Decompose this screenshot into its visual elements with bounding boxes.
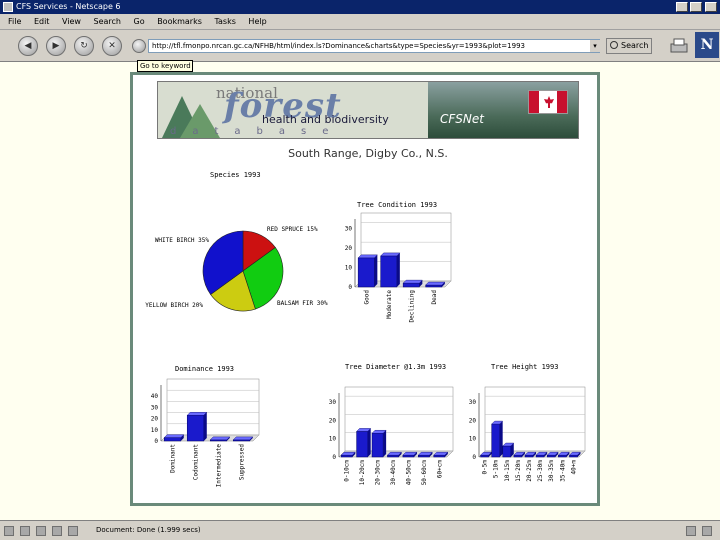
search-button-label: Search bbox=[621, 41, 649, 50]
addressbook-icon[interactable] bbox=[52, 526, 62, 536]
navigation-toolbar: ◀ ▶ ↻ ✕ http://tfl.fmonpo.nrcan.gc.ca/NF… bbox=[0, 30, 720, 62]
bar bbox=[569, 454, 578, 458]
stop-button[interactable]: ✕ bbox=[102, 36, 122, 56]
maximize-button[interactable] bbox=[690, 2, 702, 12]
x-tick-label: 25-30m bbox=[537, 460, 544, 482]
x-tick-label: 35-40m bbox=[559, 460, 566, 482]
menu-help[interactable]: Help bbox=[248, 17, 266, 26]
bar bbox=[502, 445, 512, 458]
window-title-bar: CFS Services - Netscape 6 bbox=[0, 0, 720, 14]
y-tick-label: 20 bbox=[469, 417, 477, 424]
url-field[interactable]: http://tfl.fmonpo.nrcan.gc.ca/NFHB/html/… bbox=[148, 39, 600, 53]
bar bbox=[558, 454, 567, 458]
netscape-logo[interactable]: N bbox=[695, 32, 719, 58]
page-content: national forest health and biodiversity … bbox=[0, 62, 720, 522]
minimize-button[interactable] bbox=[676, 2, 688, 12]
security-lock-icon[interactable] bbox=[68, 526, 78, 536]
netscape-app-icon bbox=[3, 2, 13, 12]
x-tick-label: 0-5m bbox=[482, 460, 489, 475]
bar bbox=[546, 454, 556, 458]
forward-button[interactable]: ▶ bbox=[46, 36, 66, 56]
bar-side bbox=[499, 421, 503, 457]
online-status-icon[interactable] bbox=[686, 526, 696, 536]
x-tick-label: 10-15m bbox=[504, 460, 511, 482]
menu-file[interactable]: File bbox=[8, 17, 21, 26]
composer-icon[interactable] bbox=[20, 526, 30, 536]
bar bbox=[480, 454, 489, 458]
reload-icon: ↻ bbox=[80, 41, 88, 51]
menu-go[interactable]: Go bbox=[134, 17, 145, 26]
back-button[interactable]: ◀ bbox=[18, 36, 38, 56]
bar bbox=[524, 454, 534, 458]
lock-status-icon[interactable] bbox=[702, 526, 712, 536]
x-tick-label: 20-25m bbox=[526, 460, 533, 482]
im-icon[interactable] bbox=[36, 526, 46, 536]
menu-bookmarks[interactable]: Bookmarks bbox=[157, 17, 202, 26]
menu-edit[interactable]: Edit bbox=[34, 17, 50, 26]
menu-tasks[interactable]: Tasks bbox=[214, 17, 235, 26]
search-icon bbox=[610, 41, 618, 49]
url-dropdown-icon[interactable]: ▾ bbox=[590, 40, 600, 52]
status-text: Document: Done (1.999 secs) bbox=[96, 526, 201, 534]
y-tick-label: 10 bbox=[469, 436, 477, 443]
keyword-tooltip: Go to keyword bbox=[137, 60, 193, 72]
x-tick-label: 15-20m bbox=[515, 460, 522, 482]
bar bbox=[513, 454, 523, 458]
tree-height-chart: 0 10 20 30 0-5m 5-10m 10-15m 15-20m 20-25m 25-30m… bbox=[469, 386, 586, 482]
back-arrow-icon: ◀ bbox=[24, 41, 32, 51]
close-button[interactable] bbox=[705, 2, 717, 12]
reload-button[interactable]: ↻ bbox=[74, 36, 94, 56]
print-icon[interactable] bbox=[668, 36, 690, 56]
mail-icon[interactable] bbox=[4, 526, 14, 536]
x-tick-label: 40+m bbox=[570, 460, 577, 475]
y-tick-label: 0 bbox=[472, 454, 476, 461]
x-tick-label: 30-35m bbox=[548, 460, 555, 482]
report-page: national forest health and biodiversity … bbox=[130, 72, 600, 506]
bar bbox=[535, 454, 545, 458]
stop-icon: ✕ bbox=[108, 41, 116, 51]
url-go-button[interactable] bbox=[132, 39, 146, 53]
window-title: CFS Services - Netscape 6 bbox=[16, 2, 121, 11]
forward-arrow-icon: ▶ bbox=[52, 41, 60, 51]
status-bar: Document: Done (1.999 secs) bbox=[0, 520, 720, 540]
menu-view[interactable]: View bbox=[62, 17, 81, 26]
x-tick-label: 5-10m bbox=[493, 460, 500, 478]
y-tick-label: 30 bbox=[469, 399, 477, 406]
bar bbox=[491, 423, 500, 458]
menu-bar: File Edit View Search Go Bookmarks Tasks… bbox=[0, 14, 720, 30]
menu-search[interactable]: Search bbox=[94, 17, 121, 26]
search-button[interactable]: Search bbox=[606, 38, 652, 54]
